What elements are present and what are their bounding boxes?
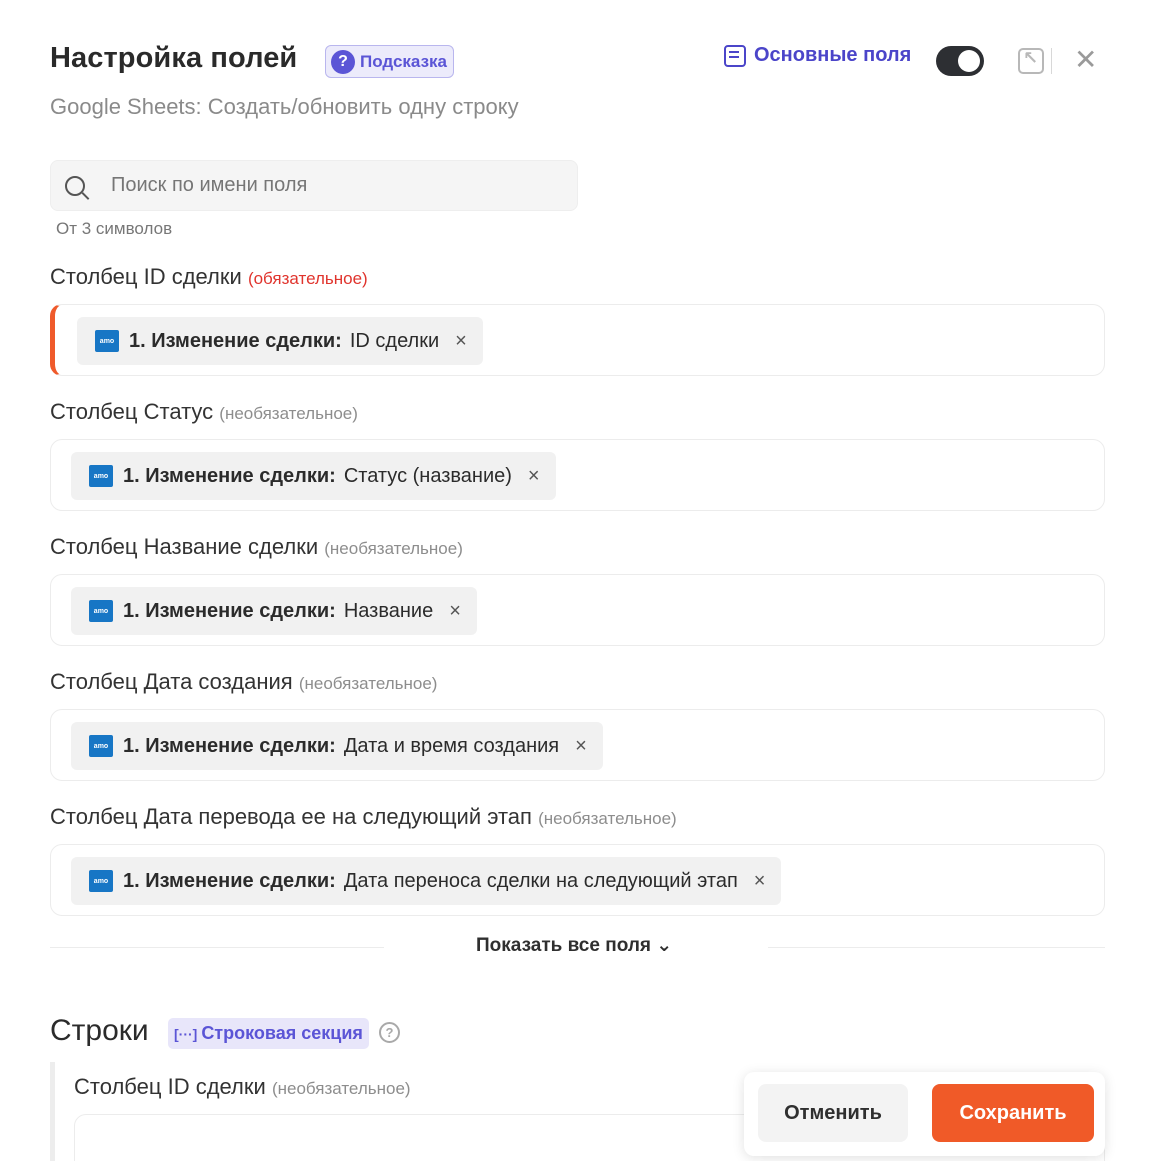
value-chip[interactable]: amo 1. Изменение сделки: ID сделки × (77, 317, 483, 365)
hint-button[interactable]: ? Подсказка (325, 45, 454, 78)
value-chip[interactable]: amo 1. Изменение сделки: Дата переноса с… (71, 857, 782, 905)
row-section-icon: [···] (174, 1025, 198, 1042)
divider-right (768, 947, 1105, 948)
row-field-label: Столбец ID сделки (необязательное) (74, 1074, 411, 1100)
search-input[interactable] (111, 174, 531, 197)
chip-step: 1. Изменение сделки: (123, 599, 336, 622)
main-fields-label: Основные поля (754, 44, 912, 66)
search-icon (65, 175, 85, 196)
cancel-button[interactable]: Отменить (758, 1084, 908, 1142)
field-input-next-stage[interactable]: amo 1. Изменение сделки: Дата переноса с… (50, 844, 1105, 916)
search-hint: От 3 символов (56, 219, 173, 238)
chip-remove-icon[interactable]: × (575, 735, 587, 758)
field-label-text: Столбец Название сделки (50, 534, 319, 559)
chip-value: Дата и время создания (343, 734, 560, 757)
field-qualifier: (необязательное) (271, 1079, 411, 1098)
main-fields-icon (724, 44, 746, 67)
amo-icon: amo (95, 330, 119, 352)
chip-step: 1. Изменение сделки: (129, 329, 342, 352)
header-divider (1051, 48, 1052, 74)
field-qualifier: (необязательное) (219, 404, 358, 423)
field-input-id[interactable]: amo 1. Изменение сделки: ID сделки × (50, 304, 1105, 376)
field-qualifier: (необязательное) (298, 674, 438, 693)
chip-value: Статус (название) (343, 464, 512, 487)
toggle-knob (958, 50, 980, 72)
amo-icon: amo (89, 600, 113, 622)
field-label-id: Столбец ID сделки (обязательное) (50, 264, 368, 290)
chip-step: 1. Изменение сделки: (123, 869, 336, 892)
question-icon: ? (331, 49, 355, 74)
chip-remove-icon[interactable]: × (455, 330, 467, 353)
field-label-status: Столбец Статус (необязательное) (50, 399, 358, 425)
chip-step: 1. Изменение сделки: (123, 734, 336, 757)
main-fields-toggle[interactable] (936, 46, 984, 76)
field-label-name: Столбец Название сделки (необязательное) (50, 534, 463, 560)
expand-icon[interactable] (1018, 48, 1044, 74)
rows-section-badge: [···] Строковая секция (168, 1018, 369, 1049)
show-all-row: Показать все поля ⌄ (50, 930, 1105, 964)
field-qualifier: (обязательное) (247, 269, 368, 288)
field-input-name[interactable]: amo 1. Изменение сделки: Название × (50, 574, 1105, 646)
amo-icon: amo (89, 465, 113, 487)
close-icon[interactable]: ✕ (1074, 45, 1097, 75)
chip-remove-icon[interactable]: × (449, 600, 461, 623)
field-input-status[interactable]: amo 1. Изменение сделки: Статус (названи… (50, 439, 1105, 511)
hint-label: Подсказка (360, 51, 447, 71)
field-label-created: Столбец Дата создания (необязательное) (50, 669, 437, 695)
field-label-text: Столбец Статус (50, 399, 214, 424)
chip-remove-icon[interactable]: × (754, 870, 766, 893)
divider-left (50, 947, 384, 948)
field-label-text: Столбец Дата перевода ее на следующий эт… (50, 804, 532, 829)
main-fields-label-group[interactable]: Основные поля (724, 44, 911, 67)
modal-subtitle: Google Sheets: Создать/обновить одну стр… (50, 94, 519, 119)
field-label-text: Столбец ID сделки (74, 1074, 266, 1099)
help-icon[interactable]: ? (379, 1022, 400, 1043)
field-label-next-stage: Столбец Дата перевода ее на следующий эт… (50, 804, 677, 830)
show-all-fields-button[interactable]: Показать все поля ⌄ (476, 934, 672, 957)
rows-section-title: Строки (50, 1014, 149, 1047)
value-chip[interactable]: amo 1. Изменение сделки: Дата и время со… (71, 722, 603, 770)
field-input-created[interactable]: amo 1. Изменение сделки: Дата и время со… (50, 709, 1105, 781)
field-label-text: Столбец Дата создания (50, 669, 293, 694)
chip-value: ID сделки (349, 329, 440, 352)
rows-badge-label: Строковая секция (201, 1023, 363, 1043)
field-qualifier: (необязательное) (324, 539, 463, 558)
field-qualifier: (необязательное) (538, 809, 677, 828)
field-label-text: Столбец ID сделки (50, 264, 242, 289)
value-chip[interactable]: amo 1. Изменение сделки: Название × (71, 587, 477, 635)
modal-title: Настройка полей (50, 42, 298, 74)
save-button[interactable]: Сохранить (932, 1084, 1094, 1142)
amo-icon: amo (89, 735, 113, 757)
chip-step: 1. Изменение сделки: (123, 464, 336, 487)
chip-value: Название (343, 599, 434, 622)
action-bar: Отменить Сохранить (744, 1072, 1105, 1156)
amo-icon: amo (89, 870, 113, 892)
chip-remove-icon[interactable]: × (528, 465, 540, 488)
field-search (50, 160, 578, 211)
value-chip[interactable]: amo 1. Изменение сделки: Статус (названи… (71, 452, 556, 500)
chip-value: Дата переноса сделки на следующий этап (343, 869, 738, 892)
